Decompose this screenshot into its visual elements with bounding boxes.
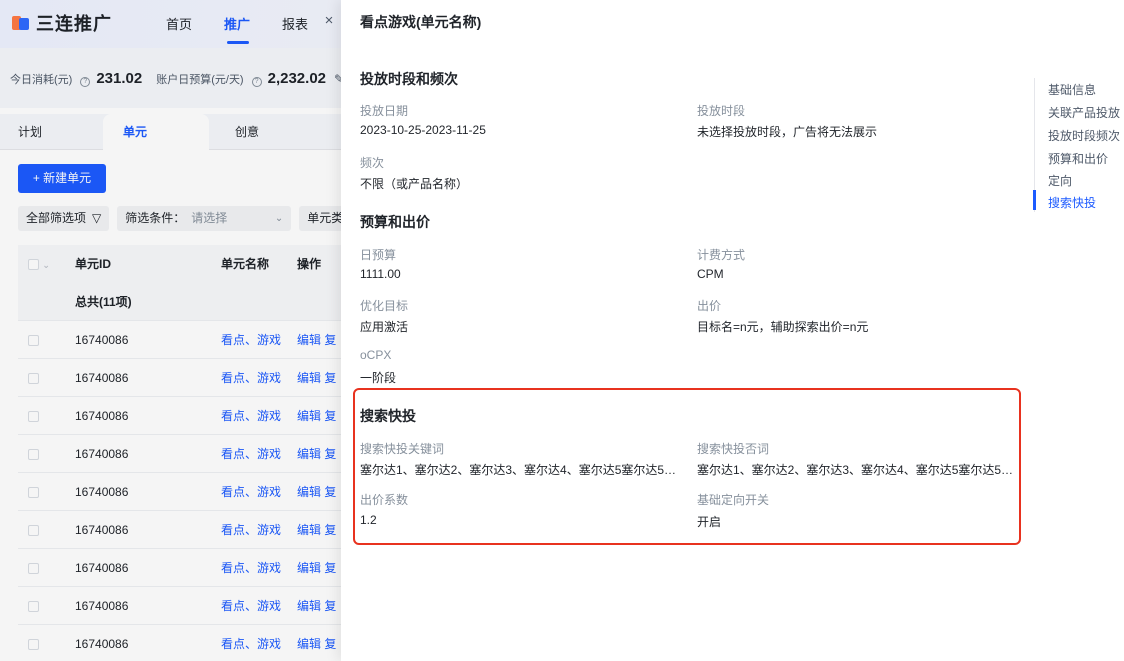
field-label-targeting-switch: 基础定向开关	[697, 493, 770, 507]
anchor-active-indicator	[1033, 190, 1036, 210]
field-label-negatives: 搜索快投否词	[697, 442, 770, 456]
field-label-ocpx: oCPX	[360, 348, 392, 362]
field-label-frequency: 频次	[360, 156, 385, 170]
field-label-billing: 计费方式	[697, 248, 746, 262]
field-label-bid: 出价	[697, 299, 722, 313]
section-title-budget: 预算和出价	[360, 214, 430, 230]
field-value-keywords: 塞尔达1、塞尔达2、塞尔达3、塞尔达4、塞尔达5塞尔达5塞尔达5塞尔达5	[360, 463, 682, 477]
field-label-time: 投放时段	[697, 104, 746, 118]
field-value-frequency: 不限（或产品名称）	[360, 177, 469, 191]
unit-detail-drawer: × 看点游戏(单元名称) 投放时段和频次 投放日期 2023-10-25-202…	[325, 0, 1124, 661]
field-label-date: 投放日期	[360, 104, 409, 118]
field-value-date: 2023-10-25-2023-11-25	[360, 123, 486, 137]
section-title-search: 搜索快投	[360, 408, 416, 424]
anchor-schedule[interactable]: 投放时段频次	[1048, 127, 1120, 144]
field-value-goal: 应用激活	[360, 320, 409, 334]
field-label-coefficient: 出价系数	[360, 493, 409, 507]
anchor-targeting[interactable]: 定向	[1048, 172, 1072, 189]
anchor-related-products[interactable]: 关联产品投放	[1048, 104, 1120, 121]
field-value-ocpx: 一阶段	[360, 371, 397, 385]
field-value-time: 未选择投放时段，广告将无法展示	[697, 125, 878, 139]
field-value-targeting-switch: 开启	[697, 515, 722, 529]
section-title-schedule: 投放时段和频次	[360, 71, 458, 87]
field-label-daily-budget: 日预算	[360, 248, 397, 262]
anchor-basic-info[interactable]: 基础信息	[1048, 81, 1096, 98]
field-value-daily-budget: 1111.00	[360, 267, 401, 281]
field-value-bid: 目标名=n元，辅助探索出价=n元	[697, 320, 869, 334]
field-value-coefficient: 1.2	[360, 513, 377, 527]
field-label-keywords: 搜索快投关键词	[360, 442, 445, 456]
field-value-billing: CPM	[697, 267, 724, 281]
anchor-budget[interactable]: 预算和出价	[1048, 150, 1108, 167]
drawer-title: 看点游戏(单元名称)	[360, 14, 482, 30]
anchor-search[interactable]: 搜索快投	[1048, 194, 1096, 211]
close-icon[interactable]: ×	[322, 12, 336, 29]
field-value-negatives: 塞尔达1、塞尔达2、塞尔达3、塞尔达4、塞尔达5塞尔达5塞尔达5塞尔达5	[697, 463, 1019, 477]
field-label-goal: 优化目标	[360, 299, 409, 313]
